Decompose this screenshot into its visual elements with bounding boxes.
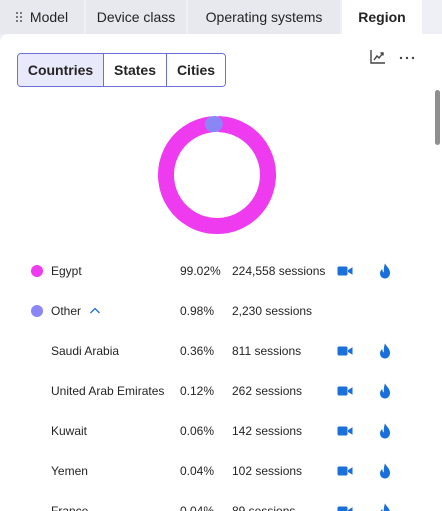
tab-label: Model <box>29 9 69 25</box>
more-options-icon[interactable] <box>397 47 417 67</box>
region-name: France <box>51 504 89 511</box>
legend-dot <box>31 265 43 277</box>
video-camera-icon[interactable] <box>336 382 354 400</box>
video-camera-icon[interactable] <box>336 342 354 360</box>
region-percent: 0.98% <box>180 304 215 318</box>
flame-icon[interactable] <box>376 382 394 400</box>
donut-slice-egypt[interactable] <box>158 116 276 234</box>
flame-icon[interactable] <box>376 502 394 511</box>
trend-chart-icon[interactable] <box>368 47 388 67</box>
segment-label: States <box>113 62 157 78</box>
region-name: Other <box>51 304 82 318</box>
segment-label: Cities <box>176 62 216 78</box>
region-level-switcher: Countries States Cities <box>17 53 226 87</box>
region-sessions: 89 sessions <box>232 504 296 511</box>
region-name: Yemen <box>51 464 88 478</box>
scrollbar-thumb[interactable] <box>435 90 440 145</box>
chevron-up-icon[interactable] <box>89 306 101 316</box>
region-row[interactable]: France 0.04% 89 sessions <box>0 500 430 511</box>
region-panel: Countries States Cities Egypt 99.02% 224,5… <box>0 34 442 511</box>
legend-dot <box>31 305 43 317</box>
region-percent: 0.06% <box>180 424 215 438</box>
region-row[interactable]: Kuwait 0.06% 142 sessions <box>0 420 430 442</box>
drag-grip-icon[interactable] <box>15 11 23 23</box>
countries-button[interactable]: Countries <box>18 54 104 86</box>
video-camera-icon[interactable] <box>336 422 354 440</box>
video-camera-icon[interactable] <box>336 262 354 280</box>
tab-label: Device class <box>96 9 176 25</box>
flame-icon[interactable] <box>376 462 394 480</box>
region-donut-chart <box>158 116 276 234</box>
region-name: Egypt <box>51 264 82 278</box>
tab-device-class[interactable]: Device class <box>86 0 186 34</box>
region-row[interactable]: United Arab Emirates 0.12% 262 sessions <box>0 380 430 402</box>
region-row[interactable]: Saudi Arabia 0.36% 811 sessions <box>0 340 430 362</box>
flame-icon[interactable] <box>376 422 394 440</box>
tab-model[interactable]: Model <box>0 0 84 34</box>
region-percent: 0.12% <box>180 384 215 398</box>
tab-label: Region <box>358 9 406 25</box>
tab-region[interactable]: Region <box>342 0 422 34</box>
tab-label: Operating systems <box>205 9 323 25</box>
region-sessions: 102 sessions <box>232 464 303 478</box>
region-row[interactable]: Other 0.98% 2,230 sessions <box>0 300 430 322</box>
states-button[interactable]: States <box>104 54 167 86</box>
flame-icon[interactable] <box>376 262 394 280</box>
flame-icon[interactable] <box>376 342 394 360</box>
region-percent: 0.36% <box>180 344 215 358</box>
region-percent: 99.02% <box>180 264 221 278</box>
video-camera-icon[interactable] <box>336 502 354 511</box>
region-sessions: 262 sessions <box>232 384 303 398</box>
region-name: United Arab Emirates <box>51 384 165 398</box>
region-row[interactable]: Yemen 0.04% 102 sessions <box>0 460 430 482</box>
tab-bar: Model Device class Operating systems Reg… <box>0 0 442 34</box>
region-name: Kuwait <box>51 424 88 438</box>
region-sessions: 811 sessions <box>232 344 302 358</box>
region-sessions: 224,558 sessions <box>232 264 326 278</box>
region-percent: 0.04% <box>180 504 215 511</box>
region-percent: 0.04% <box>180 464 215 478</box>
segment-label: Countries <box>27 62 94 78</box>
region-sessions: 2,230 sessions <box>232 304 313 318</box>
region-sessions: 142 sessions <box>232 424 303 438</box>
cities-button[interactable]: Cities <box>167 54 225 86</box>
region-row[interactable]: Egypt 99.02% 224,558 sessions <box>0 260 430 282</box>
tab-operating-systems[interactable]: Operating systems <box>188 0 340 34</box>
region-name: Saudi Arabia <box>51 344 120 358</box>
video-camera-icon[interactable] <box>336 462 354 480</box>
